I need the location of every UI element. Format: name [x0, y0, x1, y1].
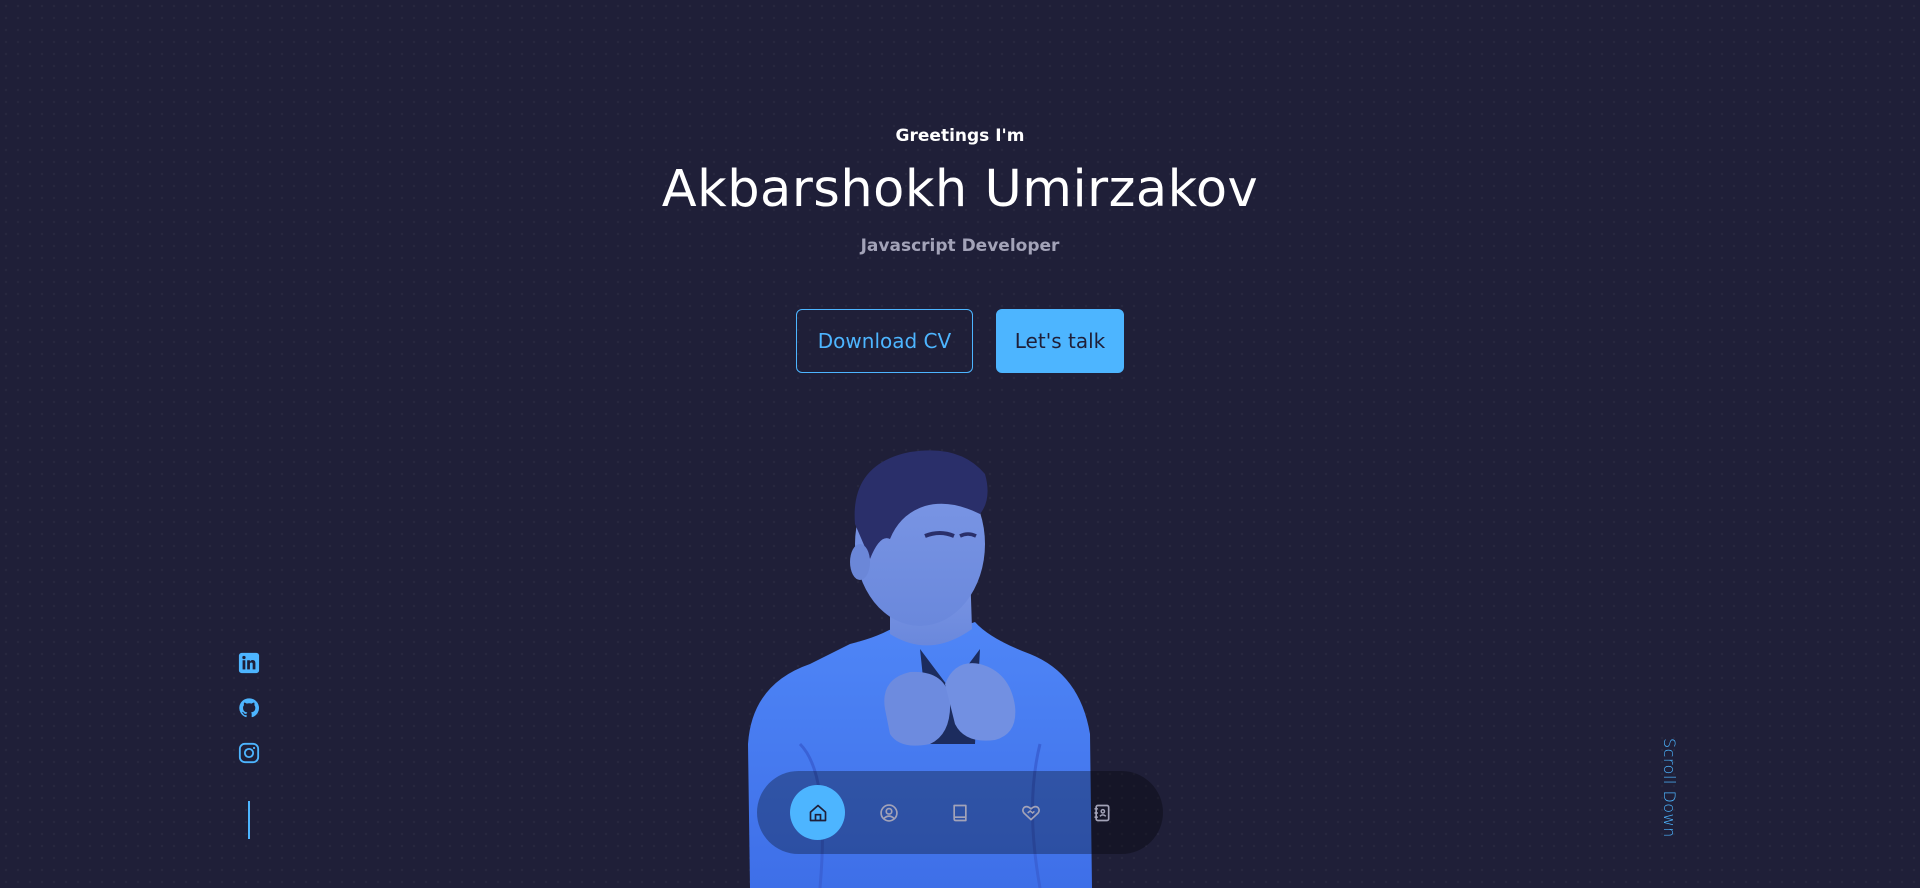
nav-contact[interactable]	[1074, 785, 1129, 840]
github-icon	[239, 698, 260, 718]
contacts-icon	[1094, 804, 1109, 821]
greeting-text: Greetings I'm	[895, 126, 1025, 146]
bottom-nav	[757, 771, 1163, 854]
github-link[interactable]	[238, 697, 260, 719]
cta-buttons: Download CV Let's talk	[796, 309, 1124, 373]
scroll-down-link[interactable]: Scroll Down	[1660, 738, 1679, 838]
nav-home[interactable]	[790, 785, 845, 840]
instagram-link[interactable]	[238, 742, 260, 764]
page-title: Akbarshokh Umirzakov	[661, 160, 1259, 219]
nav-services[interactable]	[1003, 785, 1058, 840]
job-title: Javascript Developer	[860, 236, 1060, 256]
social-links	[237, 652, 261, 839]
nav-experience[interactable]	[932, 785, 987, 840]
linkedin-icon	[238, 652, 260, 674]
nav-about[interactable]	[861, 785, 916, 840]
lets-talk-button[interactable]: Let's talk	[996, 309, 1124, 373]
book-icon	[952, 804, 967, 821]
download-cv-button[interactable]: Download CV	[796, 309, 973, 373]
instagram-icon	[238, 742, 260, 764]
hero-header: Greetings I'm Akbarshokh Umirzakov Javas…	[0, 0, 1920, 888]
linkedin-link[interactable]	[238, 652, 260, 674]
social-divider-line	[248, 801, 250, 839]
handshake-icon	[1021, 805, 1040, 820]
user-icon	[879, 803, 898, 822]
home-icon	[809, 804, 826, 821]
